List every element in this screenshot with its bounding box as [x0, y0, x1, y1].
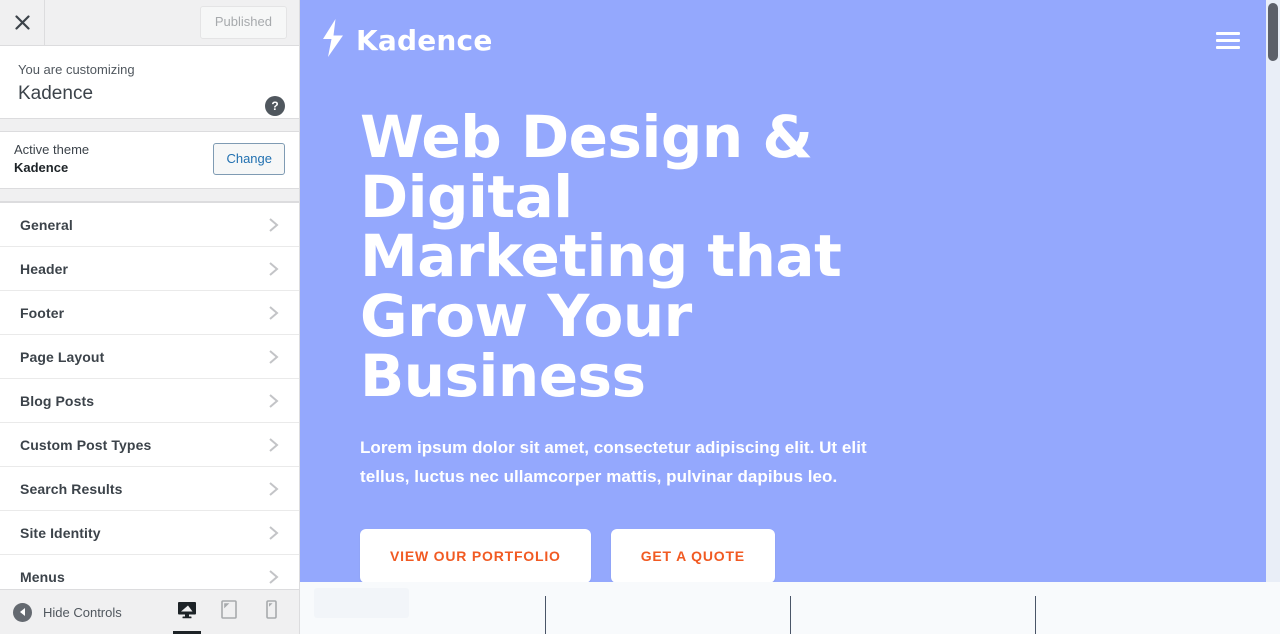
panel-header: You are customizing Kadence ?	[0, 46, 299, 118]
sidebar-item-label: Page Layout	[20, 348, 105, 365]
close-customizer-button[interactable]	[0, 0, 45, 45]
device-preview-switcher	[166, 590, 299, 634]
chevron-right-icon	[268, 217, 279, 233]
hero-button-group: VIEW OUR PORTFOLIO GET A QUOTE	[360, 529, 1220, 584]
preview-scrollbar[interactable]	[1266, 0, 1280, 582]
desktop-icon	[177, 601, 197, 624]
tablet-icon	[221, 600, 237, 624]
sidebar-item-blog-posts[interactable]: Blog Posts	[0, 379, 299, 423]
chevron-right-icon	[268, 393, 279, 409]
site-preview-frame[interactable]: Kadence Web Design & Digital Marketing t…	[300, 0, 1280, 634]
sidebar-item-label: Blog Posts	[20, 392, 95, 409]
sidebar-item-label: Footer	[20, 304, 65, 321]
preview-scrollbar-thumb[interactable]	[1268, 3, 1278, 61]
chevron-right-icon	[268, 481, 279, 497]
sidebar-item-label: General	[20, 216, 73, 233]
hero-heading: Web Design & Digital Marketing that Grow…	[360, 103, 842, 410]
hero-body: Web Design & Digital Marketing that Grow…	[300, 80, 1280, 584]
page-title: Kadence	[18, 82, 94, 104]
device-desktop-button[interactable]	[166, 590, 208, 634]
sidebar-item-custom-post-types[interactable]: Custom Post Types	[0, 423, 299, 467]
chevron-right-icon	[268, 349, 279, 365]
chevron-right-icon	[268, 569, 279, 585]
help-icon[interactable]: ?	[265, 96, 285, 116]
active-theme-label: Active theme	[14, 142, 90, 158]
chevron-right-icon	[268, 437, 279, 453]
brand-name: Kadence	[356, 23, 493, 57]
feature-column	[300, 582, 545, 634]
active-theme-name: Kadence	[14, 160, 69, 175]
customizer-section-list: General Header Footer Page Layout Blog P…	[0, 202, 299, 634]
site-header: Kadence	[300, 0, 1280, 80]
sidebar-item-label: Site Identity	[20, 524, 101, 541]
sidebar-item-site-identity[interactable]: Site Identity	[0, 511, 299, 555]
collapse-arrow-icon	[13, 602, 32, 622]
feature-column	[545, 582, 790, 634]
sidebar-item-label: Search Results	[20, 480, 123, 497]
publish-area: Published	[199, 0, 299, 45]
chevron-right-icon	[268, 305, 279, 321]
change-theme-button[interactable]: Change	[213, 142, 285, 176]
chevron-right-icon	[268, 261, 279, 277]
sidebar-item-page-layout[interactable]: Page Layout	[0, 335, 299, 379]
sidebar-item-label: Header	[20, 260, 69, 277]
hero-section: Kadence Web Design & Digital Marketing t…	[300, 0, 1280, 584]
sidebar-item-general[interactable]: General	[0, 203, 299, 247]
feature-column	[790, 582, 1035, 634]
customizer-footer: Hide Controls	[0, 589, 299, 634]
sidebar-item-label: Custom Post Types	[20, 436, 152, 453]
active-theme-row: Active theme Kadence Change	[0, 132, 299, 188]
section-divider-band	[0, 118, 299, 132]
site-logo-link[interactable]: Kadence	[320, 18, 493, 63]
chevron-right-icon	[268, 525, 279, 541]
sidebar-item-footer[interactable]: Footer	[0, 291, 299, 335]
customizer-topbar: Published	[0, 0, 299, 46]
section-divider-band-2	[0, 188, 299, 202]
mobile-icon	[265, 600, 277, 624]
sidebar-item-header[interactable]: Header	[0, 247, 299, 291]
view-portfolio-button[interactable]: VIEW OUR PORTFOLIO	[360, 529, 591, 584]
feature-strip-section	[300, 582, 1280, 634]
sidebar-item-search-results[interactable]: Search Results	[0, 467, 299, 511]
hide-controls-button[interactable]: Hide Controls	[0, 602, 166, 622]
device-mobile-button[interactable]	[250, 590, 292, 634]
sidebar-item-label: Menus	[20, 568, 65, 585]
get-a-quote-button[interactable]: GET A QUOTE	[610, 529, 775, 584]
device-tablet-button[interactable]	[208, 590, 250, 634]
hamburger-menu-icon[interactable]	[1216, 26, 1240, 55]
feature-placeholder	[314, 588, 409, 618]
customizer-sidebar: Published You are customizing Kadence ? …	[0, 0, 300, 634]
close-icon	[14, 15, 30, 30]
lightning-bolt-icon	[320, 18, 346, 63]
active-theme-meta: Active theme Kadence	[14, 141, 89, 176]
publish-button[interactable]: Published	[199, 6, 287, 39]
hide-controls-label: Hide Controls	[43, 604, 122, 620]
customizer-app: Published You are customizing Kadence ? …	[0, 0, 1280, 634]
feature-column	[1035, 582, 1280, 634]
customizing-label: You are customizing	[18, 62, 135, 77]
hero-subtitle: Lorem ipsum dolor sit amet, consectetur …	[360, 437, 867, 486]
